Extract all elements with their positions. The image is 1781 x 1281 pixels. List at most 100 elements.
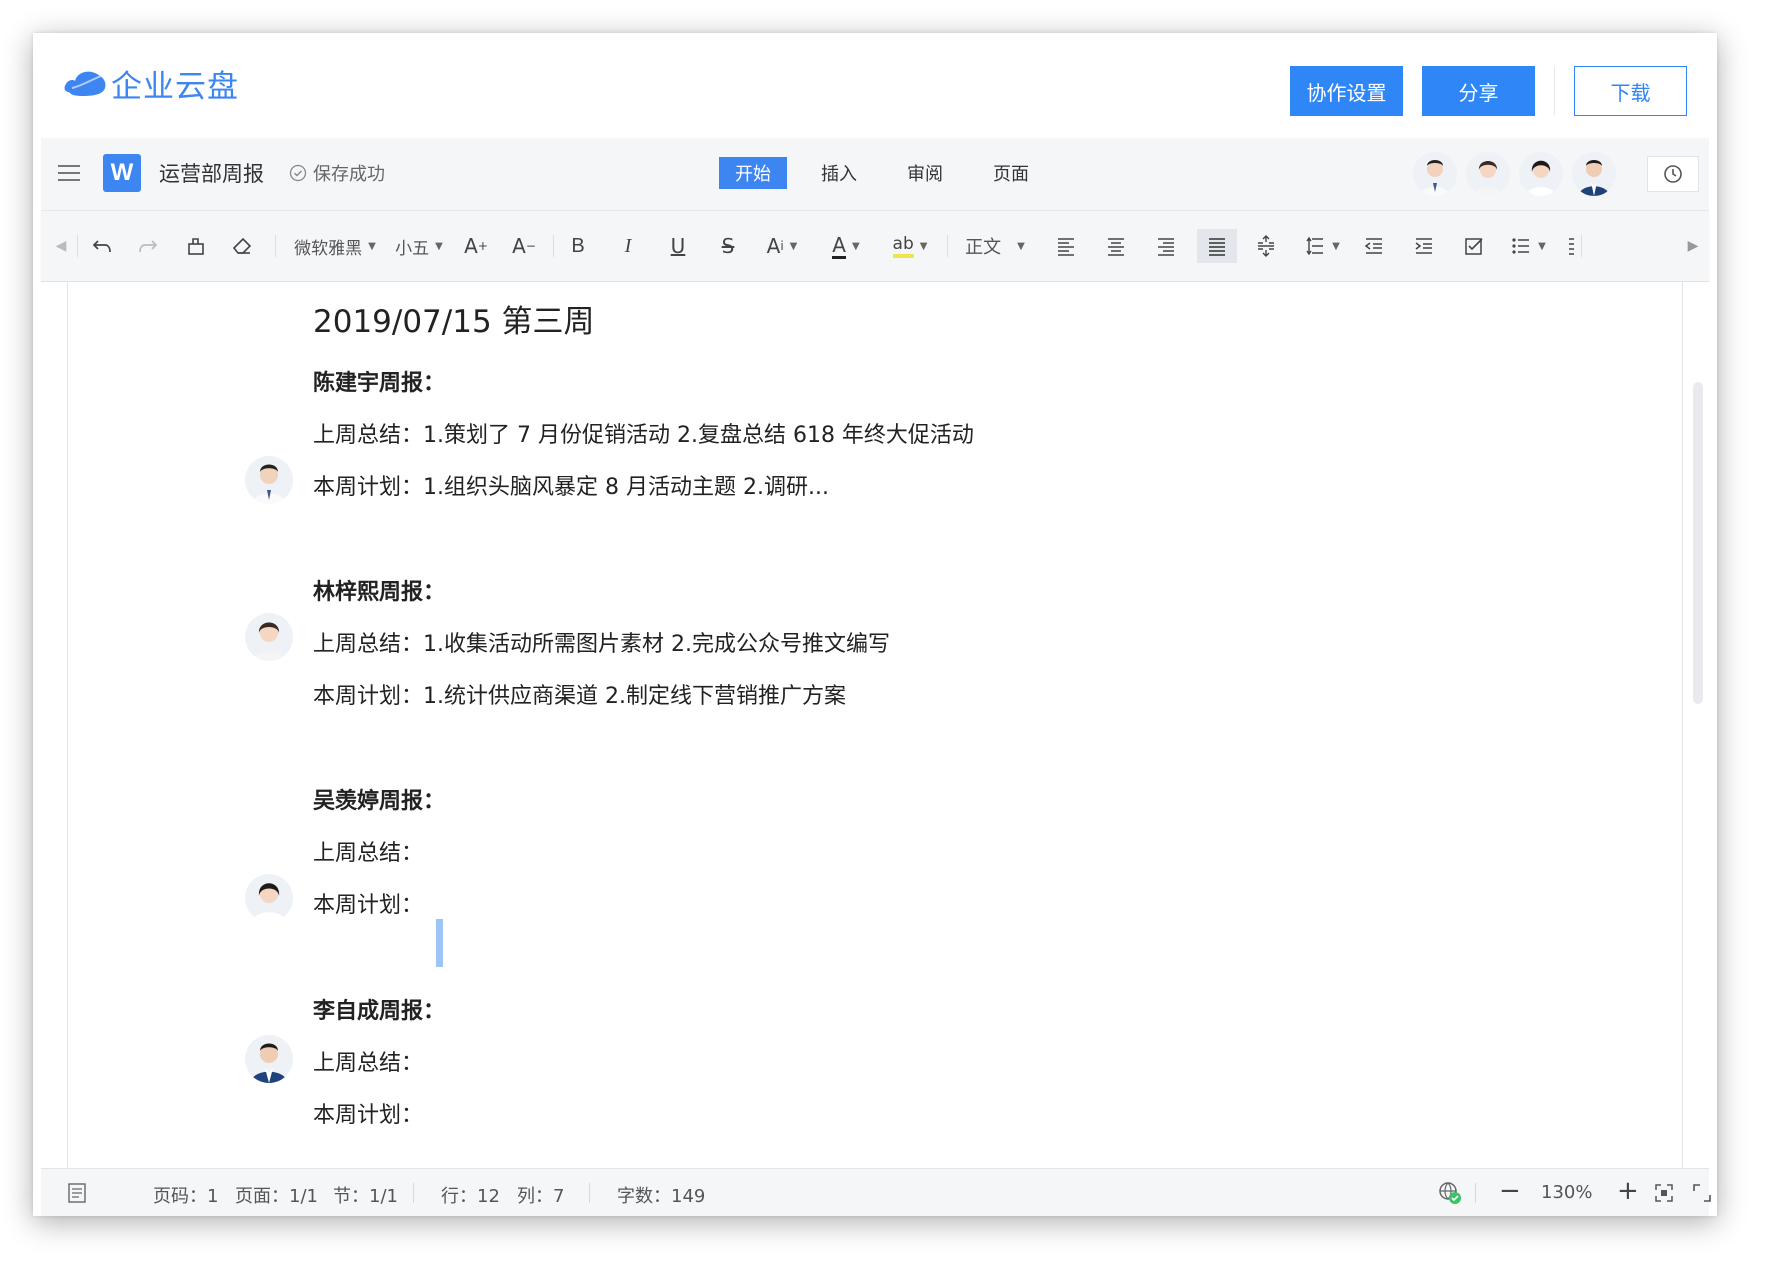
- status-divider: [413, 1183, 414, 1203]
- hamburger-menu-icon[interactable]: [57, 162, 81, 184]
- word-doc-icon: W: [103, 154, 141, 192]
- last-week-summary[interactable]: 上周总结：1.收集活动所需图片素材 2.完成公众号推文编写: [313, 626, 890, 658]
- font-size-select[interactable]: 小五 ▼: [389, 229, 449, 263]
- history-button[interactable]: [1647, 156, 1699, 192]
- this-week-plan[interactable]: 本周计划：1.组织头脑风暴定 8 月活动主题 2.调研...: [313, 469, 829, 501]
- strikethrough-button[interactable]: S: [711, 229, 745, 263]
- section-title[interactable]: 陈建宇周报：: [313, 365, 445, 397]
- align-left-icon[interactable]: [1049, 229, 1083, 263]
- text-effect-button[interactable]: Ai ▼: [757, 229, 807, 263]
- redo-icon[interactable]: [133, 229, 163, 263]
- vertical-scrollbar[interactable]: [1693, 382, 1703, 704]
- decrease-indent-icon[interactable]: [1357, 229, 1391, 263]
- undo-icon[interactable]: [87, 229, 117, 263]
- chevron-down-icon: ▼: [851, 240, 860, 252]
- document-title[interactable]: 运营部周报: [159, 158, 264, 188]
- checkbox-list-icon[interactable]: [1457, 229, 1491, 263]
- sync-status-icon[interactable]: [1437, 1180, 1463, 1206]
- section-title[interactable]: 李自成周报：: [313, 993, 445, 1025]
- tab-insert[interactable]: 插入: [805, 157, 873, 189]
- tab-review[interactable]: 审阅: [891, 157, 959, 189]
- avatar[interactable]: [245, 874, 293, 922]
- last-week-summary[interactable]: 上周总结：: [313, 835, 423, 867]
- document-bar: W 运营部周报 保存成功 开始 插入 审阅 页面: [41, 138, 1709, 211]
- this-week-plan[interactable]: 本周计划：: [313, 887, 423, 919]
- page-number: 页码：1: [153, 1186, 219, 1207]
- status-divider: [589, 1183, 590, 1203]
- word-count: 字数：149: [617, 1186, 706, 1207]
- avatar[interactable]: [245, 1035, 293, 1083]
- section-count: 节：1/1: [333, 1186, 398, 1207]
- page-count: 页面：1/1: [235, 1186, 318, 1207]
- status-divider: [1475, 1183, 1476, 1203]
- fit-page-icon[interactable]: [1655, 1184, 1673, 1202]
- avatar[interactable]: [1519, 152, 1563, 196]
- chevron-down-icon: ▼: [919, 240, 928, 252]
- this-week-plan[interactable]: 本周计划：1.统计供应商渠道 2.制定线下营销推广方案: [313, 678, 846, 710]
- zoom-out-button[interactable]: −: [1499, 1176, 1521, 1206]
- avatar[interactable]: [1413, 152, 1457, 196]
- collaborator-avatars: [1413, 152, 1625, 196]
- clock-history-icon: [1664, 165, 1682, 183]
- toolbar-divider: [77, 235, 78, 257]
- document-outline-icon[interactable]: [67, 1182, 87, 1204]
- line-spacing-icon[interactable]: [1249, 229, 1283, 263]
- chevron-down-icon: ▼: [1332, 240, 1340, 252]
- save-status-text: 保存成功: [313, 164, 385, 185]
- underline-button[interactable]: U: [661, 229, 695, 263]
- font-color-button[interactable]: A ▼: [821, 229, 871, 263]
- fullscreen-icon[interactable]: [1693, 1184, 1711, 1202]
- chevron-down-icon: ▼: [1017, 240, 1025, 252]
- share-button[interactable]: 分享: [1422, 66, 1535, 116]
- status-bar: 页码：1 页面：1/1 节：1/1 行：12 列：7 字数：149 − 130%…: [41, 1168, 1711, 1216]
- app-logo[interactable]: 企业云盘: [63, 63, 239, 105]
- this-week-plan[interactable]: 本周计划：: [313, 1097, 423, 1129]
- download-button[interactable]: 下载: [1574, 66, 1687, 116]
- avatar[interactable]: [245, 613, 293, 661]
- text-cursor: [436, 919, 443, 967]
- align-right-icon[interactable]: [1149, 229, 1183, 263]
- toolbar-divider: [947, 235, 948, 257]
- last-week-summary[interactable]: 上周总结：: [313, 1045, 423, 1077]
- font-family-select[interactable]: 微软雅黑 ▼: [285, 229, 385, 263]
- tab-start[interactable]: 开始: [719, 157, 787, 189]
- scroll-left-icon[interactable]: ◀: [53, 229, 69, 263]
- collab-settings-button[interactable]: 协作设置: [1290, 66, 1403, 116]
- eraser-icon[interactable]: [227, 229, 257, 263]
- paragraph-spacing-icon[interactable]: ▼: [1297, 229, 1347, 263]
- align-justify-icon[interactable]: [1197, 229, 1237, 263]
- avatar[interactable]: [245, 456, 293, 504]
- document-page[interactable]: [67, 282, 1683, 1168]
- scroll-right-icon[interactable]: ▶: [1685, 229, 1701, 263]
- highlight-button[interactable]: ab ▼: [885, 229, 935, 263]
- chevron-down-icon: ▼: [368, 240, 376, 252]
- grow-font-button[interactable]: A +: [459, 229, 493, 263]
- section-title[interactable]: 吴羡婷周报：: [313, 783, 445, 815]
- zoom-level[interactable]: 130%: [1541, 1182, 1592, 1203]
- section-title[interactable]: 林梓熙周报：: [313, 574, 445, 606]
- font-size-value: 小五: [395, 238, 430, 259]
- last-week-summary[interactable]: 上周总结：1.策划了 7 月份促销活动 2.复盘总结 618 年终大促活动: [313, 417, 974, 449]
- format-toolbar: ◀ 微软雅黑 ▼ 小五 ▼ A + A − B I U S Ai ▼ A ▼ ab ▼ 正文 ▼: [41, 211, 1709, 282]
- tab-page[interactable]: 页面: [977, 157, 1045, 189]
- align-center-icon[interactable]: [1099, 229, 1133, 263]
- numbered-list-icon[interactable]: [1563, 229, 1579, 263]
- zoom-in-button[interactable]: +: [1617, 1176, 1639, 1206]
- avatar[interactable]: [1466, 152, 1510, 196]
- app-window: 企业云盘 协作设置 分享 下载 W 运营部周报 保存成功 开始 插入 审阅 页面: [33, 33, 1717, 1216]
- document-heading[interactable]: 2019/07/15 第三周: [313, 296, 595, 341]
- avatar[interactable]: [1572, 152, 1616, 196]
- row-indicator: 行：12: [441, 1186, 500, 1207]
- bullet-list-icon[interactable]: ▼: [1503, 229, 1553, 263]
- italic-button[interactable]: I: [611, 229, 645, 263]
- ribbon-tabs: 开始 插入 审阅 页面: [719, 157, 1063, 189]
- save-status: 保存成功: [289, 160, 385, 186]
- format-painter-icon[interactable]: [181, 229, 211, 263]
- increase-indent-icon[interactable]: [1407, 229, 1441, 263]
- shrink-font-button[interactable]: A −: [507, 229, 541, 263]
- chevron-down-icon: ▼: [789, 240, 798, 252]
- logo-text: 企业云盘: [111, 68, 239, 105]
- bold-button[interactable]: B: [561, 229, 595, 263]
- top-header: 企业云盘 协作设置 分享 下载: [33, 33, 1717, 138]
- paragraph-style-select[interactable]: 正文 ▼: [955, 229, 1035, 263]
